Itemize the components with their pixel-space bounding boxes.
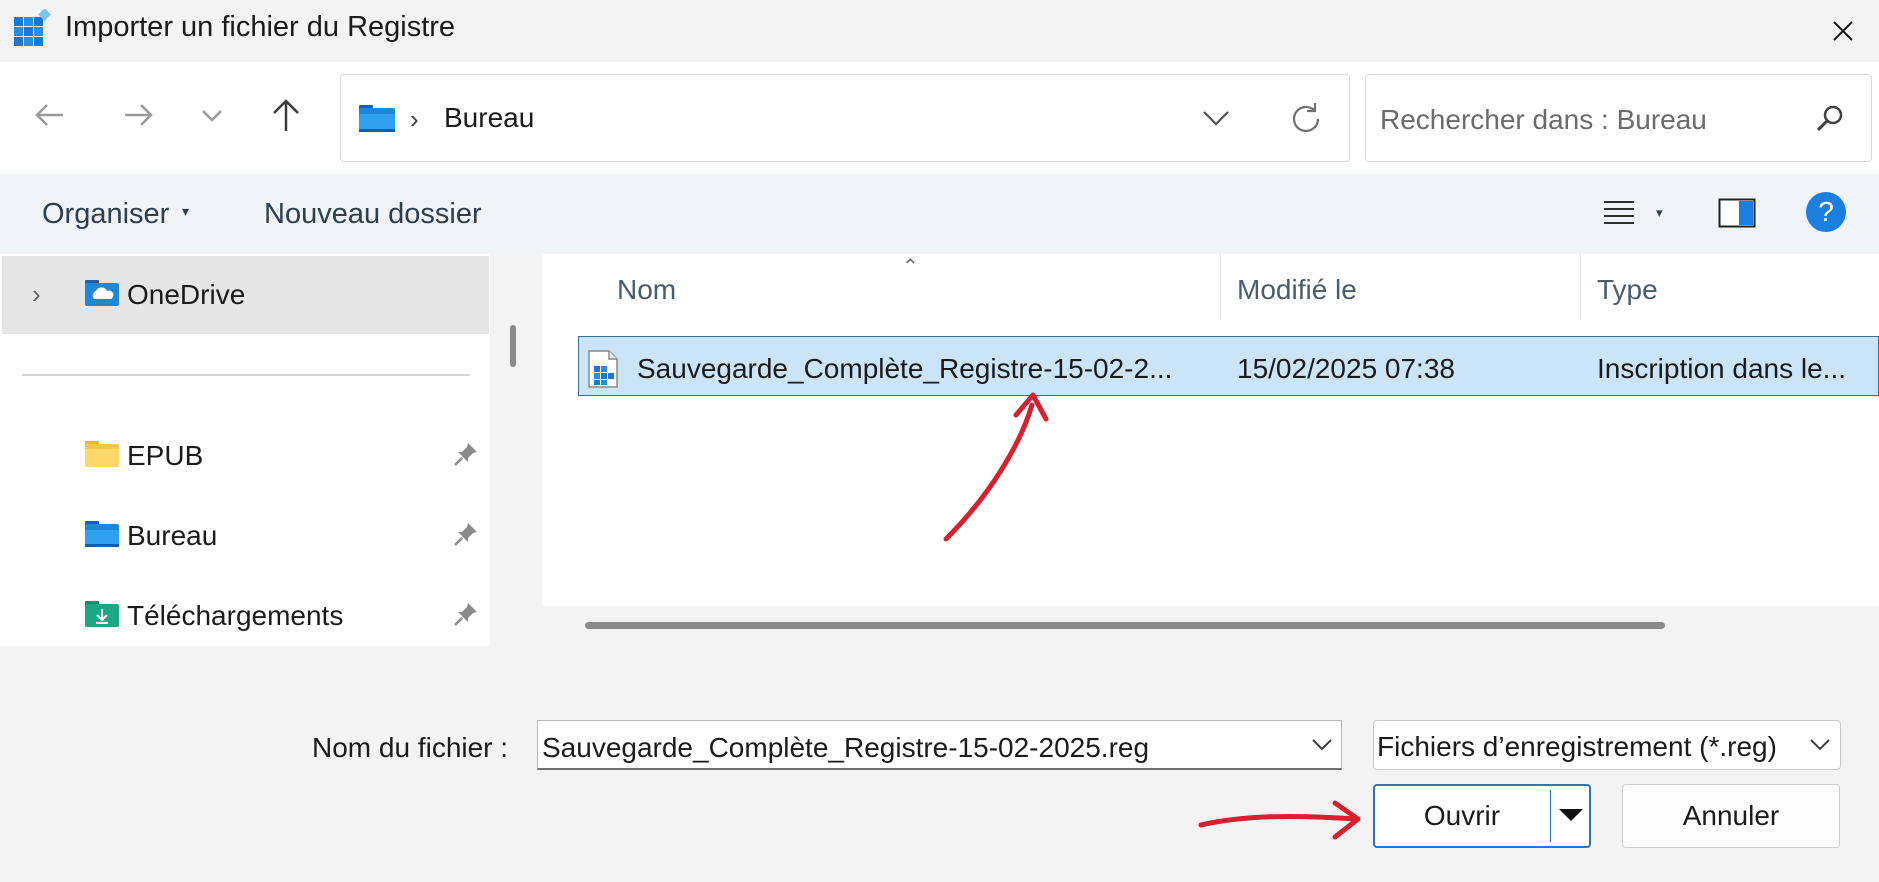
open-button-label[interactable]: Ouvrir — [1373, 800, 1551, 832]
desktop-folder-icon — [358, 103, 396, 133]
filename-dropdown-button[interactable] — [1305, 728, 1339, 762]
forward-button[interactable] — [118, 95, 158, 135]
expand-chevron-icon[interactable]: › — [32, 279, 41, 310]
file-type-cell: Inscription dans le... — [1597, 353, 1847, 384]
sidebar-item-epub[interactable]: EPUB — [127, 440, 203, 472]
column-header-type[interactable]: Type — [1597, 274, 1658, 306]
sidebar-item-onedrive[interactable] — [2, 256, 489, 334]
file-modified-cell: 15/02/2025 07:38 — [1237, 353, 1455, 384]
column-header-name[interactable]: Nom — [617, 274, 676, 306]
desktop-folder-icon — [84, 520, 120, 548]
arrow-left-icon — [35, 104, 63, 126]
file-list — [542, 254, 1879, 646]
chevron-down-icon — [202, 110, 222, 122]
file-name-cell[interactable]: Sauvegarde_Complète_Registre-15-02-2... — [637, 353, 1172, 385]
downloads-folder-icon — [84, 600, 120, 628]
chevron-down-icon — [1312, 739, 1332, 751]
new-folder-button[interactable]: Nouveau dossier — [264, 198, 482, 231]
scrollbar-thumb[interactable] — [585, 622, 1665, 629]
sidebar-item-bureau[interactable]: Bureau — [127, 520, 217, 552]
refresh-icon — [1292, 103, 1320, 132]
registry-file-icon — [586, 350, 620, 388]
back-button[interactable] — [30, 95, 70, 135]
organize-button[interactable]: Organiser — [42, 198, 169, 231]
address-dropdown-button[interactable] — [1198, 102, 1234, 134]
close-icon — [1833, 21, 1853, 41]
pin-icon — [452, 520, 480, 548]
registry-editor-icon — [12, 8, 52, 49]
search-input[interactable]: Rechercher dans : Bureau — [1380, 104, 1707, 136]
refresh-button[interactable] — [1286, 99, 1326, 139]
onedrive-folder-icon — [84, 279, 120, 307]
divider — [22, 374, 470, 376]
open-options-button[interactable] — [1552, 798, 1590, 832]
arrow-up-icon — [273, 99, 299, 131]
chevron-down-icon — [1203, 111, 1229, 126]
cancel-button-label[interactable]: Annuler — [1622, 800, 1840, 832]
chevron-down-icon — [1810, 739, 1830, 751]
column-divider[interactable] — [1580, 254, 1581, 320]
column-divider[interactable] — [1220, 254, 1221, 320]
search-icon[interactable] — [1812, 101, 1848, 137]
view-options-caret-icon[interactable]: ▾ — [1656, 205, 1663, 221]
caret-down-icon — [1559, 809, 1583, 821]
recent-locations-button[interactable] — [192, 95, 232, 135]
filename-input[interactable]: Sauvegarde_Complète_Registre-15-02-2025.… — [542, 732, 1149, 764]
window-title: Importer un fichier du Registre — [65, 11, 456, 43]
navigation-pane-scrollbar[interactable] — [505, 254, 537, 646]
close-button[interactable] — [1816, 6, 1870, 56]
pin-icon — [452, 440, 480, 468]
scrollbar-thumb[interactable] — [510, 325, 516, 367]
column-header-modified[interactable]: Modifié le — [1237, 274, 1357, 306]
help-icon[interactable]: ? — [1806, 192, 1846, 232]
breadcrumb-location[interactable]: Bureau — [444, 102, 534, 134]
preview-pane-icon[interactable] — [1718, 198, 1756, 228]
filetype-dropdown-button[interactable] — [1803, 728, 1837, 762]
filename-label: Nom du fichier : — [312, 732, 509, 763]
folder-icon — [84, 440, 120, 468]
sidebar-item-label: OneDrive — [127, 279, 246, 310]
caret-down-icon: ▾ — [182, 203, 190, 219]
split-divider — [1550, 790, 1551, 842]
sidebar-item-telechargements[interactable]: Téléchargements — [127, 600, 343, 632]
breadcrumb-separator: › — [410, 104, 419, 134]
up-button[interactable] — [266, 95, 306, 135]
arrow-right-icon — [125, 104, 153, 126]
pin-icon — [452, 600, 480, 628]
filetype-value[interactable]: Fichiers d’enregistrement (*.reg) — [1377, 731, 1799, 763]
list-view-icon[interactable] — [1602, 196, 1636, 230]
sort-ascending-icon: ⌃ — [902, 256, 919, 278]
